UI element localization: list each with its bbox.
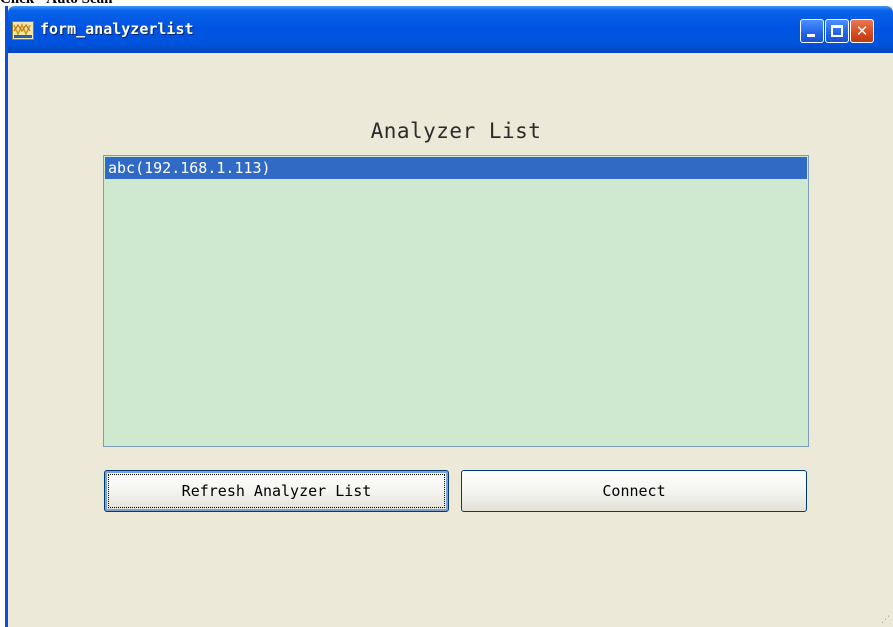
analyzer-listbox[interactable]: abc(192.168.1.113) bbox=[103, 155, 809, 447]
list-heading: Analyzer List bbox=[370, 119, 542, 143]
title-bar[interactable]: form_analyzerlist ✕ bbox=[8, 6, 893, 53]
minimize-icon bbox=[807, 34, 815, 37]
maximize-icon bbox=[831, 25, 843, 37]
close-icon: ✕ bbox=[855, 22, 869, 40]
minimize-button[interactable] bbox=[800, 19, 824, 43]
app-logo-icon bbox=[12, 21, 34, 40]
list-item-analyzer[interactable]: abc(192.168.1.113) bbox=[105, 157, 807, 179]
resize-grip-icon[interactable]: ⋰ bbox=[881, 615, 891, 625]
analyzer-list-window: form_analyzerlist ✕ Analyzer List abc(19… bbox=[5, 6, 893, 627]
connect-button-label: Connect bbox=[602, 482, 666, 500]
close-button[interactable]: ✕ bbox=[850, 19, 874, 43]
maximize-button[interactable] bbox=[825, 19, 849, 43]
refresh-button-label: Refresh Analyzer List bbox=[181, 482, 372, 500]
connect-button[interactable]: Connect bbox=[461, 470, 807, 512]
window-title: form_analyzerlist bbox=[40, 20, 194, 38]
refresh-analyzer-list-button[interactable]: Refresh Analyzer List bbox=[104, 470, 449, 512]
